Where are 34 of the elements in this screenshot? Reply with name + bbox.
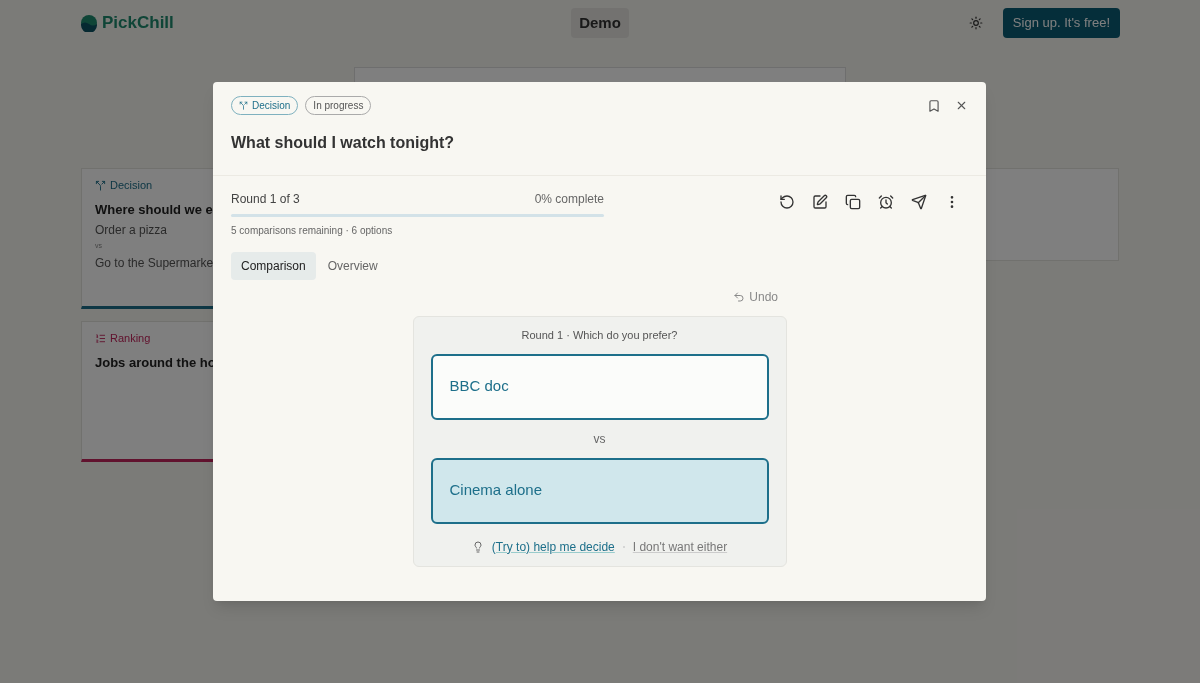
percent-complete: 0% complete [534,191,604,208]
card-tag: Ranking [110,330,151,347]
vs-label: vs [593,430,606,448]
alarm-clock-icon[interactable] [878,194,894,210]
option-card[interactable]: Cinema alone [430,457,769,524]
dialog-title: What should I watch tonight? [231,133,456,153]
undo-button[interactable]: Undo [733,288,778,306]
help-link[interactable]: (Try to) help me decide [491,537,615,556]
brand-name[interactable]: PickChill [102,10,174,36]
theme-toggle-icon[interactable] [968,16,983,30]
logo-icon [80,14,98,32]
lightbulb-icon [471,540,484,553]
tab[interactable]: Overview [317,252,388,280]
copy-icon[interactable] [845,194,861,210]
card-option: Go to the Supermarke [95,253,220,272]
card-option: Order a pizza [95,221,220,239]
decision-icon [95,179,106,191]
card-title: Where should we e [95,200,214,219]
page-title: Demo [571,7,629,39]
card-tag: Decision [110,177,153,194]
progress-detail: 5 comparisons remaining · 6 options [231,224,394,238]
comparison-prompt: Round 1 · Which do you prefer? [521,328,678,343]
skip-link[interactable]: I don't want either [632,537,728,556]
restart-icon[interactable] [779,194,795,210]
round-label: Round 1 of 3 [231,191,300,208]
option-card[interactable]: BBC doc [430,353,769,420]
send-icon[interactable] [911,194,927,210]
close-icon[interactable] [955,99,968,112]
tab[interactable]: Comparison [231,252,316,280]
undo-icon [733,291,746,303]
ranking-icon [95,332,106,344]
signup-button[interactable]: Sign up. It's free! [1002,8,1120,38]
edit-icon[interactable] [812,194,828,210]
bookmark-icon[interactable] [927,98,941,113]
